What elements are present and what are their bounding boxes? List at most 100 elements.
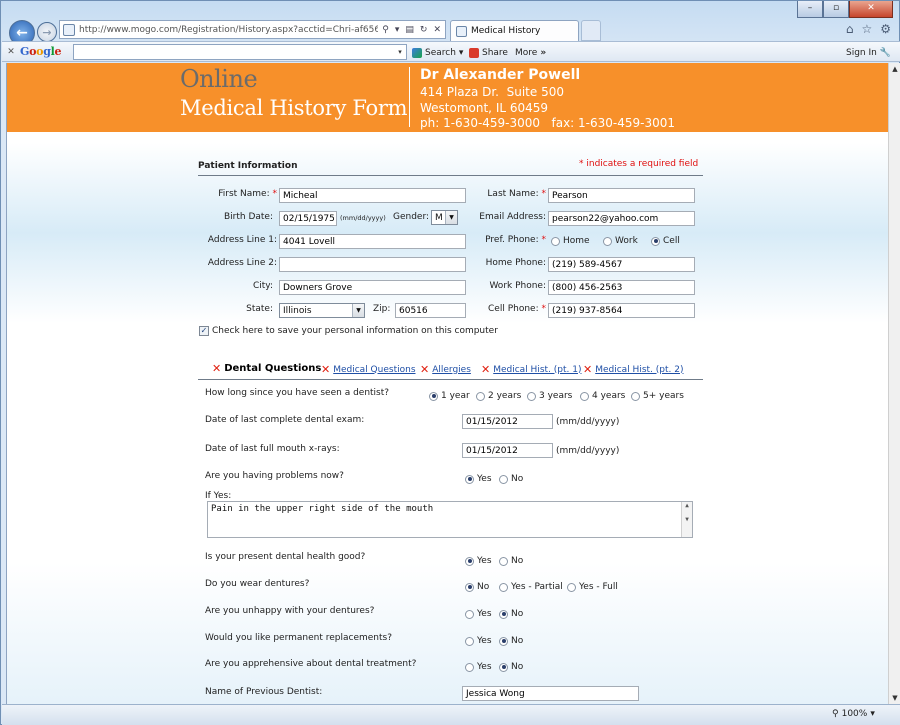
state-select[interactable]: Illinois ▼ bbox=[279, 303, 365, 318]
textarea-scrollbar[interactable]: ▲ ▼ bbox=[681, 502, 692, 537]
page-scrollbar[interactable]: ▲ ▼ bbox=[888, 63, 900, 704]
tab-medical-history[interactable]: Medical History bbox=[450, 20, 579, 41]
unhappy-yes-radio[interactable]: Yes bbox=[465, 609, 492, 619]
pref-phone-home-radio[interactable]: Home bbox=[551, 236, 590, 246]
health-good-no-radio[interactable]: No bbox=[499, 556, 523, 566]
scroll-down-arrow-icon[interactable]: ▼ bbox=[889, 692, 900, 704]
question-unhappy-dentures: Are you unhappy with your dentures? bbox=[205, 606, 375, 616]
address2-label: Address Line 2: bbox=[207, 258, 277, 268]
address-bar[interactable]: http://www.mogo.com/Registration/History… bbox=[59, 20, 446, 39]
chevron-down-icon: ▼ bbox=[445, 211, 457, 224]
close-button[interactable]: ✕ bbox=[849, 1, 893, 18]
tab-medical-questions[interactable]: ✕ Medical Questions bbox=[321, 363, 416, 376]
question-prev-dentist: Name of Previous Dentist: bbox=[205, 687, 323, 697]
last-exam-input[interactable]: 01/15/2012 bbox=[462, 414, 553, 429]
google-search-icon bbox=[412, 47, 422, 58]
share-button[interactable]: Share bbox=[469, 42, 508, 63]
stop-icon[interactable]: ✕ bbox=[433, 25, 441, 35]
google-search-button[interactable]: Search ▾ bbox=[412, 42, 463, 63]
wrench-icon[interactable]: 🔧 bbox=[880, 48, 891, 58]
first-name-input[interactable]: Micheal bbox=[279, 188, 466, 203]
page-icon bbox=[63, 23, 75, 36]
problems-yes-radio[interactable]: Yes bbox=[465, 474, 492, 484]
replacements-yes-radio[interactable]: Yes bbox=[465, 636, 492, 646]
share-icon bbox=[469, 47, 479, 58]
last-seen-1-year-radio[interactable]: 1 year bbox=[429, 391, 470, 401]
search-icon[interactable]: ⚲ bbox=[382, 25, 389, 35]
question-apprehensive: Are you apprehensive about dental treatm… bbox=[205, 659, 417, 669]
pref-phone-cell-radio[interactable]: Cell bbox=[651, 236, 680, 246]
dentures-full-radio[interactable]: Yes - Full bbox=[567, 582, 618, 592]
google-search-input[interactable]: ▾ bbox=[73, 44, 407, 60]
tab-medical-hist-pt2[interactable]: ✕ Medical Hist. (pt. 2) bbox=[583, 363, 683, 376]
zip-input[interactable]: 60516 bbox=[395, 303, 466, 318]
google-logo: Google bbox=[20, 45, 62, 58]
save-info-checkbox-row[interactable]: ✓ Check here to save your personal infor… bbox=[199, 326, 498, 336]
home-phone-label: Home Phone: bbox=[485, 258, 546, 268]
last-seen-2-years-radio[interactable]: 2 years bbox=[476, 391, 521, 401]
last-name-label: Last Name: * bbox=[487, 189, 546, 199]
sign-in-link[interactable]: Sign In 🔧 bbox=[846, 42, 891, 63]
close-toolbar-icon[interactable]: ✕ bbox=[2, 47, 20, 57]
cell-phone-input[interactable]: (219) 937-8564 bbox=[548, 303, 695, 318]
dropdown-arrow-icon[interactable]: ▾ bbox=[395, 25, 400, 35]
email-input[interactable]: pearson22@yahoo.com bbox=[548, 211, 695, 226]
pref-phone-work-radio[interactable]: Work bbox=[603, 236, 638, 246]
page-icon bbox=[456, 25, 467, 37]
problems-no-radio[interactable]: No bbox=[499, 474, 523, 484]
home-phone-input[interactable]: (219) 589-4567 bbox=[548, 257, 695, 272]
tab-allergies[interactable]: ✕ Allergies bbox=[420, 363, 471, 376]
work-phone-label: Work Phone: bbox=[489, 281, 546, 291]
city-label: City: bbox=[252, 281, 273, 291]
zoom-icon: ⚲ bbox=[832, 709, 839, 719]
email-label: Email Address: bbox=[479, 212, 546, 222]
address1-input[interactable]: 4041 Lovell bbox=[279, 234, 466, 249]
refresh-icon[interactable]: ↻ bbox=[420, 25, 428, 35]
last-xray-input[interactable]: 01/15/2012 bbox=[462, 443, 553, 458]
replacements-no-radio[interactable]: No bbox=[499, 636, 523, 646]
home-icon[interactable]: ⌂ bbox=[846, 22, 854, 36]
maximize-button[interactable]: ▫ bbox=[823, 1, 849, 18]
prev-dentist-input[interactable]: Jessica Wong bbox=[462, 686, 639, 701]
address2-input[interactable] bbox=[279, 257, 466, 272]
gender-select[interactable]: M ▼ bbox=[431, 210, 458, 225]
dentures-no-radio[interactable]: No bbox=[465, 582, 489, 592]
zoom-control[interactable]: ⚲ 100% ▾ bbox=[832, 709, 875, 719]
forward-button[interactable]: → bbox=[37, 22, 57, 42]
last-seen-4-years-radio[interactable]: 4 years bbox=[580, 391, 625, 401]
city-input[interactable]: Downers Grove bbox=[279, 280, 466, 295]
health-good-yes-radio[interactable]: Yes bbox=[465, 556, 492, 566]
x-mark-icon: ✕ bbox=[583, 363, 593, 376]
first-name-label: First Name: * bbox=[218, 189, 277, 199]
url-text[interactable]: http://www.mogo.com/Registration/History… bbox=[79, 25, 378, 35]
tab-dental-questions[interactable]: ✕ Dental Questions bbox=[212, 362, 321, 375]
last-name-input[interactable]: Pearson bbox=[548, 188, 695, 203]
minimize-button[interactable]: – bbox=[797, 1, 823, 18]
favorites-star-icon[interactable]: ☆ bbox=[861, 22, 872, 36]
chevron-down-icon[interactable]: ▾ bbox=[394, 45, 406, 59]
question-last-xray: Date of last full mouth x-rays: bbox=[205, 444, 340, 454]
more-button[interactable]: More » bbox=[515, 42, 546, 63]
page-header: Online Medical History Form Dr Alexander… bbox=[7, 63, 888, 132]
x-mark-icon: ✕ bbox=[420, 363, 430, 376]
save-info-checkbox[interactable]: ✓ bbox=[199, 326, 209, 336]
last-seen-3-years-radio[interactable]: 3 years bbox=[527, 391, 572, 401]
problems-detail-textarea[interactable]: Pain in the upper right side of the mout… bbox=[207, 501, 693, 538]
doctor-address-line2: Westomont, IL 60459 bbox=[420, 101, 549, 115]
new-tab-button[interactable] bbox=[581, 20, 601, 41]
last-seen-5plus-years-radio[interactable]: 5+ years bbox=[631, 391, 684, 401]
work-phone-input[interactable]: (800) 456-2563 bbox=[548, 280, 695, 295]
apprehensive-no-radio[interactable]: No bbox=[499, 662, 523, 672]
google-toolbar: ✕ Google ▾ Search ▾ Share More » Sign In … bbox=[2, 41, 900, 62]
birth-date-input[interactable]: 02/15/1975 bbox=[279, 211, 337, 226]
dentures-partial-radio[interactable]: Yes - Partial bbox=[499, 582, 563, 592]
scroll-up-arrow-icon[interactable]: ▲ bbox=[889, 63, 900, 75]
unhappy-no-radio[interactable]: No bbox=[499, 609, 523, 619]
tools-gear-icon[interactable]: ⚙ bbox=[880, 22, 891, 36]
tab-medical-hist-pt1[interactable]: ✕ Medical Hist. (pt. 1) bbox=[481, 363, 581, 376]
compatibility-view-icon[interactable]: ▤ bbox=[405, 25, 414, 35]
apprehensive-yes-radio[interactable]: Yes bbox=[465, 662, 492, 672]
question-dentures: Do you wear dentures? bbox=[205, 579, 310, 589]
question-replacements: Would you like permanent replacements? bbox=[205, 633, 393, 643]
address1-label: Address Line 1: bbox=[207, 235, 277, 245]
